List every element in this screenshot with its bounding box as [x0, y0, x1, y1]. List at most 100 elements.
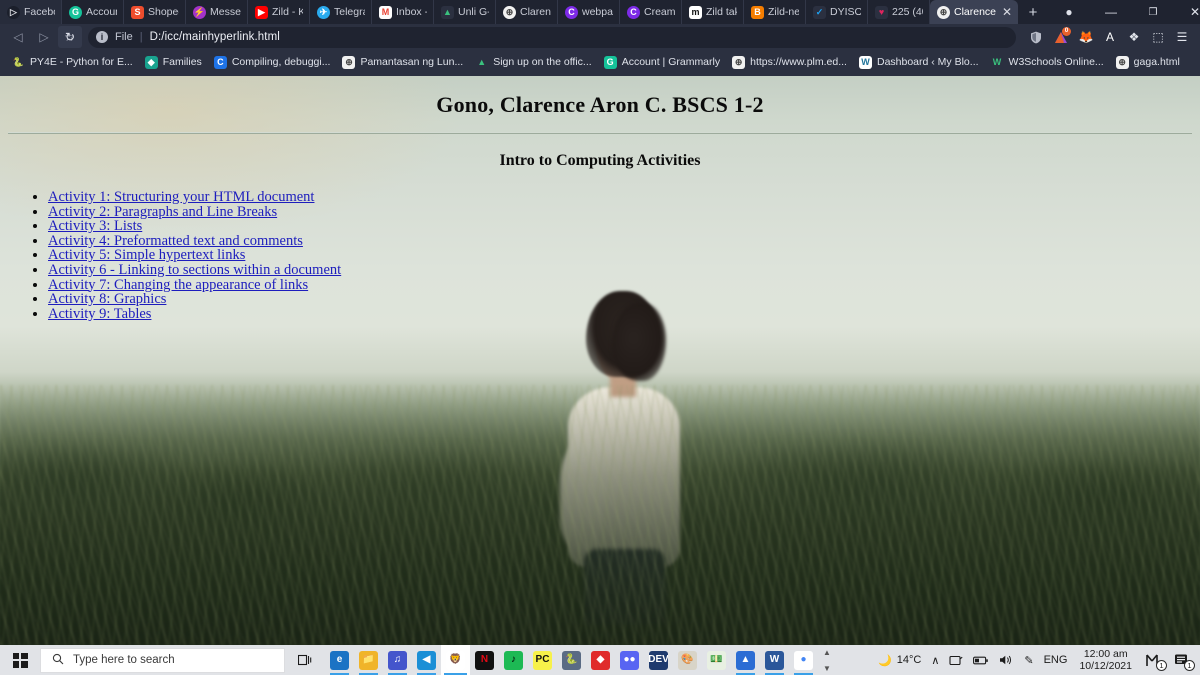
bookmark-item[interactable]: 🐍 PY4E - Python for E... — [6, 53, 139, 72]
close-window-button[interactable]: ✕ — [1174, 0, 1200, 24]
taskbar-app-red-app[interactable]: ◆ — [586, 645, 615, 675]
bookmark-item[interactable]: W W3Schools Online... — [985, 53, 1110, 72]
taskbar-app-microsoft-word[interactable]: W — [760, 645, 789, 675]
taskbar-app-netflix[interactable]: N — [470, 645, 499, 675]
taskbar-search-box[interactable]: Type here to search — [40, 647, 285, 673]
volume-icon[interactable] — [994, 645, 1019, 675]
taskbar-app-green-money-app[interactable]: 💵 — [702, 645, 731, 675]
bookmark-label: Pamantasan ng Lun... — [360, 56, 464, 68]
show-hidden-icons-button[interactable]: ∧ — [926, 645, 944, 675]
bookmark-label: Account | Grammarly — [621, 56, 721, 68]
chevron-up-icon[interactable]: ▲ — [823, 648, 831, 657]
start-button[interactable] — [0, 645, 40, 675]
taskbar-app-headphones-app[interactable]: ♫ — [383, 645, 412, 675]
tab-label: Unli G-D — [458, 6, 489, 18]
canva-icon: C — [565, 5, 578, 19]
action-center-icon[interactable]: 1 — [1168, 645, 1196, 675]
taskbar-app-microsoft-edge[interactable]: e — [325, 645, 354, 675]
bookmark-item[interactable]: ◆ Families — [139, 53, 208, 72]
activity-link[interactable]: Activity 2: Paragraphs and Line Breaks — [48, 204, 277, 220]
teal-bookmark-icon: ◆ — [144, 55, 158, 69]
taskbar-app-mspaint[interactable]: 🎨 — [673, 645, 702, 675]
browser-tab[interactable]: B Zild-new — [744, 0, 806, 24]
browser-tab[interactable]: M Inbox - s — [372, 0, 434, 24]
messages-tray-icon[interactable]: 1 — [1139, 645, 1168, 675]
taskbar-scroll-arrows[interactable]: ▲ ▼ — [818, 645, 836, 675]
activity-link[interactable]: Activity 8: Graphics — [48, 291, 166, 307]
bookmark-item[interactable]: G Account | Grammarly — [598, 53, 726, 72]
browser-tab[interactable]: ▶ Zild - Ky — [248, 0, 310, 24]
globe-icon: ⊕ — [937, 5, 950, 19]
battery-icon[interactable] — [968, 645, 994, 675]
browser-tab[interactable]: S Shopee — [124, 0, 186, 24]
browser-tab[interactable]: ▷ Facebook — [0, 0, 62, 24]
taskbar-app-pycharm[interactable]: PC — [528, 645, 557, 675]
site-info-icon[interactable]: i — [96, 31, 108, 43]
task-view-button[interactable] — [285, 645, 325, 675]
browser-tab[interactable]: ♥ 225 (40 — [868, 0, 930, 24]
adblock-extension-icon[interactable]: A — [1098, 26, 1122, 48]
browser-tab[interactable]: m Zild take — [682, 0, 744, 24]
url-text[interactable]: D:/icc/mainhyperlink.html — [150, 31, 280, 43]
activity-link-list: Activity 1: Structuring your HTML docume… — [8, 190, 1192, 321]
browser-tab[interactable]: ▲ Unli G-D — [434, 0, 496, 24]
taskbar-app-discord[interactable]: ●● — [615, 645, 644, 675]
browser-tab[interactable]: ✓ DYISOqjl — [806, 0, 868, 24]
firefox-extension-icon[interactable]: 🦊 — [1074, 26, 1098, 48]
browser-tab[interactable]: Cwebpage — [558, 0, 620, 24]
brave-rewards-button[interactable]: ● — [1048, 0, 1090, 24]
activity-link[interactable]: Activity 9: Tables — [48, 306, 151, 322]
taskbar-app-devpcx-app[interactable]: DEV — [644, 645, 673, 675]
taskbar-app-file-explorer[interactable]: 📁 — [354, 645, 383, 675]
taskbar-app-spotify[interactable]: ♪ — [499, 645, 528, 675]
activity-link[interactable]: Activity 6 - Linking to sections within … — [48, 262, 341, 278]
activity-link[interactable]: Activity 1: Structuring your HTML docume… — [48, 189, 314, 205]
tab-label: Zild take — [706, 6, 737, 18]
close-tab-icon[interactable]: ✕ — [1002, 6, 1012, 18]
new-tab-button[interactable]: + — [1018, 0, 1048, 24]
activity-link[interactable]: Activity 4: Preformatted text and commen… — [48, 233, 303, 249]
menu-icon[interactable]: ☰ — [1170, 26, 1194, 48]
browser-tab[interactable]: C Cream a — [620, 0, 682, 24]
red-app-icon: ◆ — [591, 650, 610, 670]
forward-button[interactable]: ▷ — [32, 26, 56, 48]
bookmark-star-icon[interactable]: ☆ — [64, 30, 75, 44]
wallet-icon[interactable]: ⬚ — [1146, 26, 1170, 48]
chevron-down-icon[interactable]: ▼ — [823, 664, 831, 673]
taskbar-app-visual-studio[interactable]: ◀ — [412, 645, 441, 675]
browser-tab[interactable]: ⊕ Clarence ✕ — [930, 0, 1018, 24]
onedrive-icon[interactable] — [944, 645, 968, 675]
python-idle-icon: 🐍 — [562, 650, 581, 670]
brave-rewards-triangle-icon[interactable]: 0 — [1049, 26, 1073, 48]
blue-circle-app-icon: ▲ — [736, 650, 755, 670]
minimize-button[interactable]: — — [1090, 0, 1132, 24]
bluetooth-pen-icon[interactable]: ✎ — [1019, 645, 1038, 675]
taskbar-app-python-idle[interactable]: 🐍 — [557, 645, 586, 675]
activity-link[interactable]: Activity 3: Lists — [48, 218, 142, 234]
bookmark-item[interactable]: ⊕ gaga.html — [1110, 53, 1186, 72]
browser-tab[interactable]: ⚡ Messenger — [186, 0, 248, 24]
browser-tab[interactable]: G Account — [62, 0, 124, 24]
address-bar[interactable]: ☆ i File | D:/icc/mainhyperlink.html — [64, 26, 1016, 48]
taskbar-app-blue-circle-app[interactable]: ▲ — [731, 645, 760, 675]
bookmark-item[interactable]: ⊕ Pamantasan ng Lun... — [336, 53, 469, 72]
brave-shield-icon[interactable] — [1024, 26, 1048, 48]
clock[interactable]: 12:00 am 10/12/2021 — [1072, 645, 1139, 675]
back-button[interactable]: ◁ — [6, 26, 30, 48]
taskbar-app-google-chrome[interactable]: ● — [789, 645, 818, 675]
windows-logo-icon — [12, 652, 28, 668]
taskbar-app-brave-browser[interactable]: 🦁 — [441, 645, 470, 675]
browser-tab[interactable]: ⊕ Clarence — [496, 0, 558, 24]
bookmark-item[interactable]: C Compiling, debuggi... — [208, 53, 337, 72]
bookmark-item[interactable]: ▲ Sign up on the offic... — [469, 53, 597, 72]
weather-widget[interactable]: 🌙 14°C — [873, 645, 926, 675]
puzzle-extension-icon[interactable]: ❖ — [1122, 26, 1146, 48]
activity-link[interactable]: Activity 5: Simple hypertext links — [48, 247, 245, 263]
activity-link[interactable]: Activity 7: Changing the appearance of l… — [48, 277, 308, 293]
maximize-button[interactable]: ❐ — [1132, 0, 1174, 24]
bookmark-item[interactable]: W Dashboard ‹ My Blo... — [853, 53, 985, 72]
browser-tab[interactable]: ✈ Telegram — [310, 0, 372, 24]
language-indicator[interactable]: ENG — [1039, 645, 1073, 675]
messenger-icon: ⚡ — [193, 5, 206, 19]
bookmark-item[interactable]: ⊕ https://www.plm.ed... — [726, 53, 853, 72]
